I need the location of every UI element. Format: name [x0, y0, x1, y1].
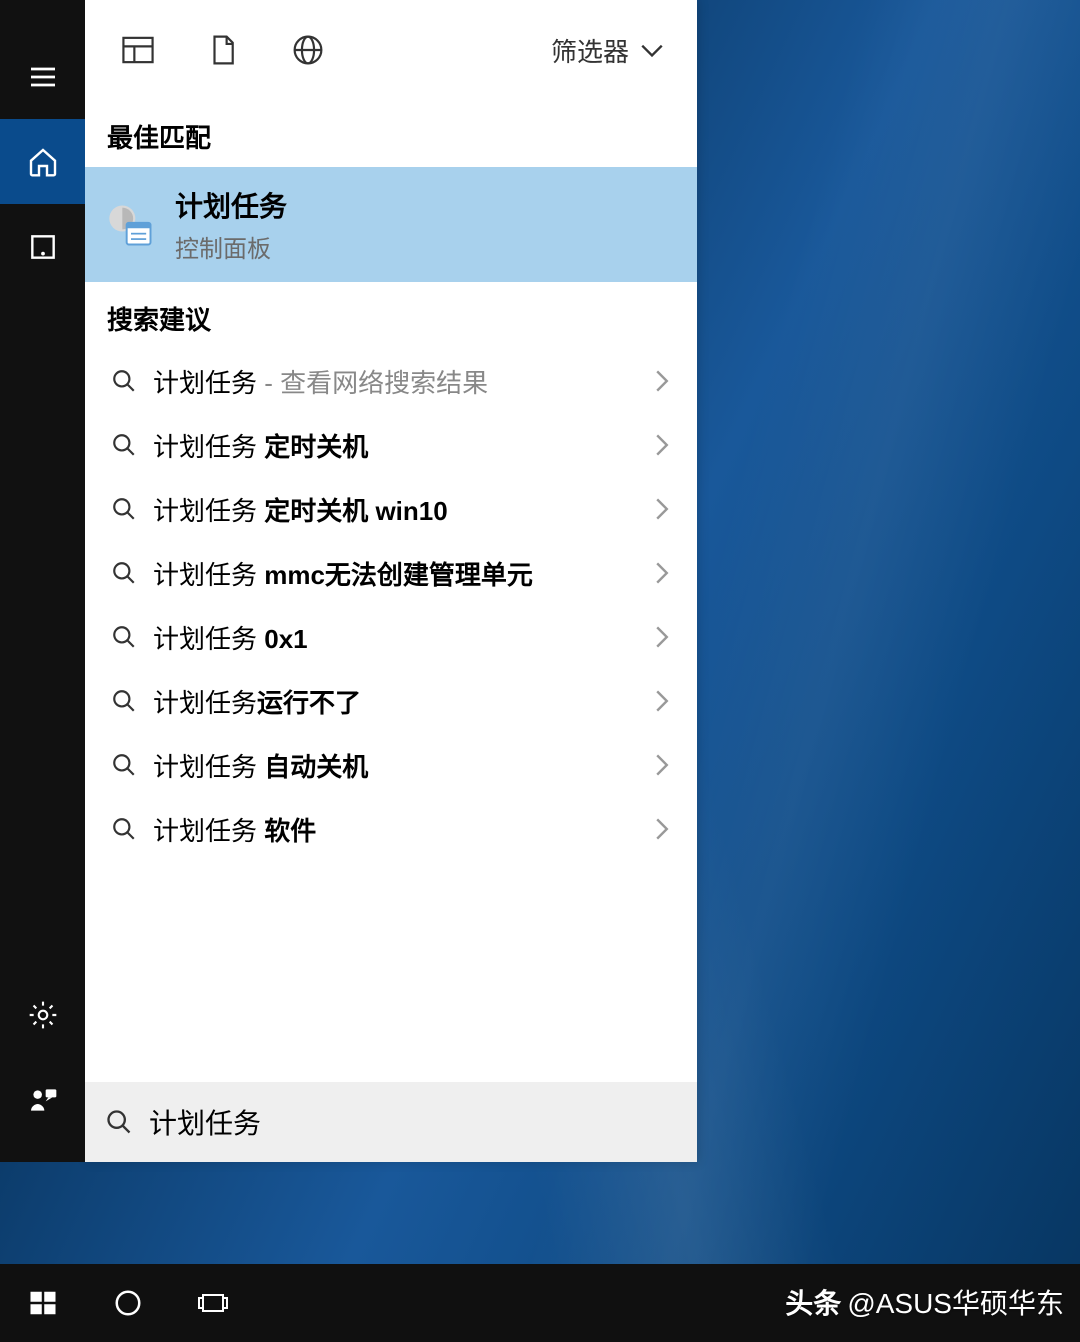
feedback-button[interactable]	[0, 1057, 85, 1142]
search-input[interactable]	[149, 1106, 677, 1138]
search-icon	[105, 752, 143, 778]
apps-icon	[121, 33, 155, 67]
chevron-right-icon	[647, 689, 677, 713]
document-icon	[206, 33, 240, 67]
best-match-title: 计划任务	[175, 185, 287, 225]
person-feedback-icon	[27, 1084, 59, 1116]
filter-button[interactable]: 筛选器	[529, 20, 687, 80]
suggestion-item[interactable]: 计划任务运行不了	[85, 669, 697, 733]
task-view-button[interactable]	[170, 1264, 255, 1342]
search-box[interactable]	[85, 1082, 697, 1162]
search-icon	[105, 432, 143, 458]
suggestion-item[interactable]: 计划任务 自动关机	[85, 733, 697, 797]
suggestion-item[interactable]: 计划任务 定时关机 win10	[85, 477, 697, 541]
search-icon	[105, 368, 143, 394]
suggestion-text: 计划任务 - 查看网络搜索结果	[143, 363, 647, 400]
cortana-button[interactable]	[85, 1264, 170, 1342]
start-button[interactable]	[0, 1264, 85, 1342]
search-icon	[105, 560, 143, 586]
task-scheduler-icon	[105, 199, 157, 251]
suggestion-item[interactable]: 计划任务 软件	[85, 797, 697, 861]
hamburger-icon	[27, 61, 59, 93]
web-tab[interactable]	[265, 15, 350, 85]
home-icon	[27, 146, 59, 178]
filter-label: 筛选器	[551, 32, 629, 69]
search-icon	[105, 1108, 133, 1136]
suggestion-text: 计划任务 0x1	[143, 619, 647, 656]
cortana-icon	[113, 1288, 143, 1318]
search-icon	[105, 816, 143, 842]
gear-icon	[27, 999, 59, 1031]
watermark: 头条 @ASUS华硕华东	[785, 1282, 1064, 1322]
chevron-down-icon	[639, 41, 665, 59]
best-match-subtitle: 控制面板	[175, 229, 287, 264]
chevron-right-icon	[647, 497, 677, 521]
watermark-tag: 头条	[785, 1282, 841, 1322]
chevron-right-icon	[647, 753, 677, 777]
hamburger-menu-button[interactable]	[0, 34, 85, 119]
task-view-icon	[198, 1288, 228, 1318]
suggestion-list: 计划任务 - 查看网络搜索结果 计划任务 定时关机 计划任务 定时关机 win1…	[85, 349, 697, 861]
search-icon	[105, 624, 143, 650]
best-match-header: 最佳匹配	[85, 100, 697, 167]
suggestion-item[interactable]: 计划任务 定时关机	[85, 413, 697, 477]
suggestion-text: 计划任务 自动关机	[143, 747, 647, 784]
globe-icon	[291, 33, 325, 67]
documents-tab[interactable]	[180, 15, 265, 85]
suggestion-item[interactable]: 计划任务 mmc无法创建管理单元	[85, 541, 697, 605]
suggestion-text: 计划任务运行不了	[143, 683, 647, 720]
suggestion-text: 计划任务 软件	[143, 811, 647, 848]
home-button[interactable]	[0, 119, 85, 204]
suggestion-text: 计划任务 定时关机 win10	[143, 491, 647, 528]
chevron-right-icon	[647, 817, 677, 841]
apps-tab[interactable]	[95, 15, 180, 85]
search-icon	[105, 496, 143, 522]
suggestion-item[interactable]: 计划任务 0x1	[85, 605, 697, 669]
chevron-right-icon	[647, 369, 677, 393]
best-match-item[interactable]: 计划任务 控制面板	[85, 167, 697, 282]
search-icon	[105, 688, 143, 714]
start-left-rail	[0, 0, 85, 1162]
windows-logo-icon	[28, 1288, 58, 1318]
chevron-right-icon	[647, 561, 677, 585]
chevron-right-icon	[647, 625, 677, 649]
suggestions-header: 搜索建议	[85, 282, 697, 349]
panel-header: 筛选器	[85, 0, 697, 100]
search-panel: 筛选器 最佳匹配 计划任务 控制面板 搜索建议 计划任务 - 查看网络搜索结果	[85, 0, 697, 1162]
app-button[interactable]	[0, 204, 85, 289]
suggestion-text: 计划任务 定时关机	[143, 427, 647, 464]
watermark-handle: @ASUS华硕华东	[847, 1282, 1064, 1322]
chevron-right-icon	[647, 433, 677, 457]
suggestion-text: 计划任务 mmc无法创建管理单元	[143, 555, 647, 592]
suggestion-item[interactable]: 计划任务 - 查看网络搜索结果	[85, 349, 697, 413]
settings-button[interactable]	[0, 972, 85, 1057]
app-icon	[27, 231, 59, 263]
